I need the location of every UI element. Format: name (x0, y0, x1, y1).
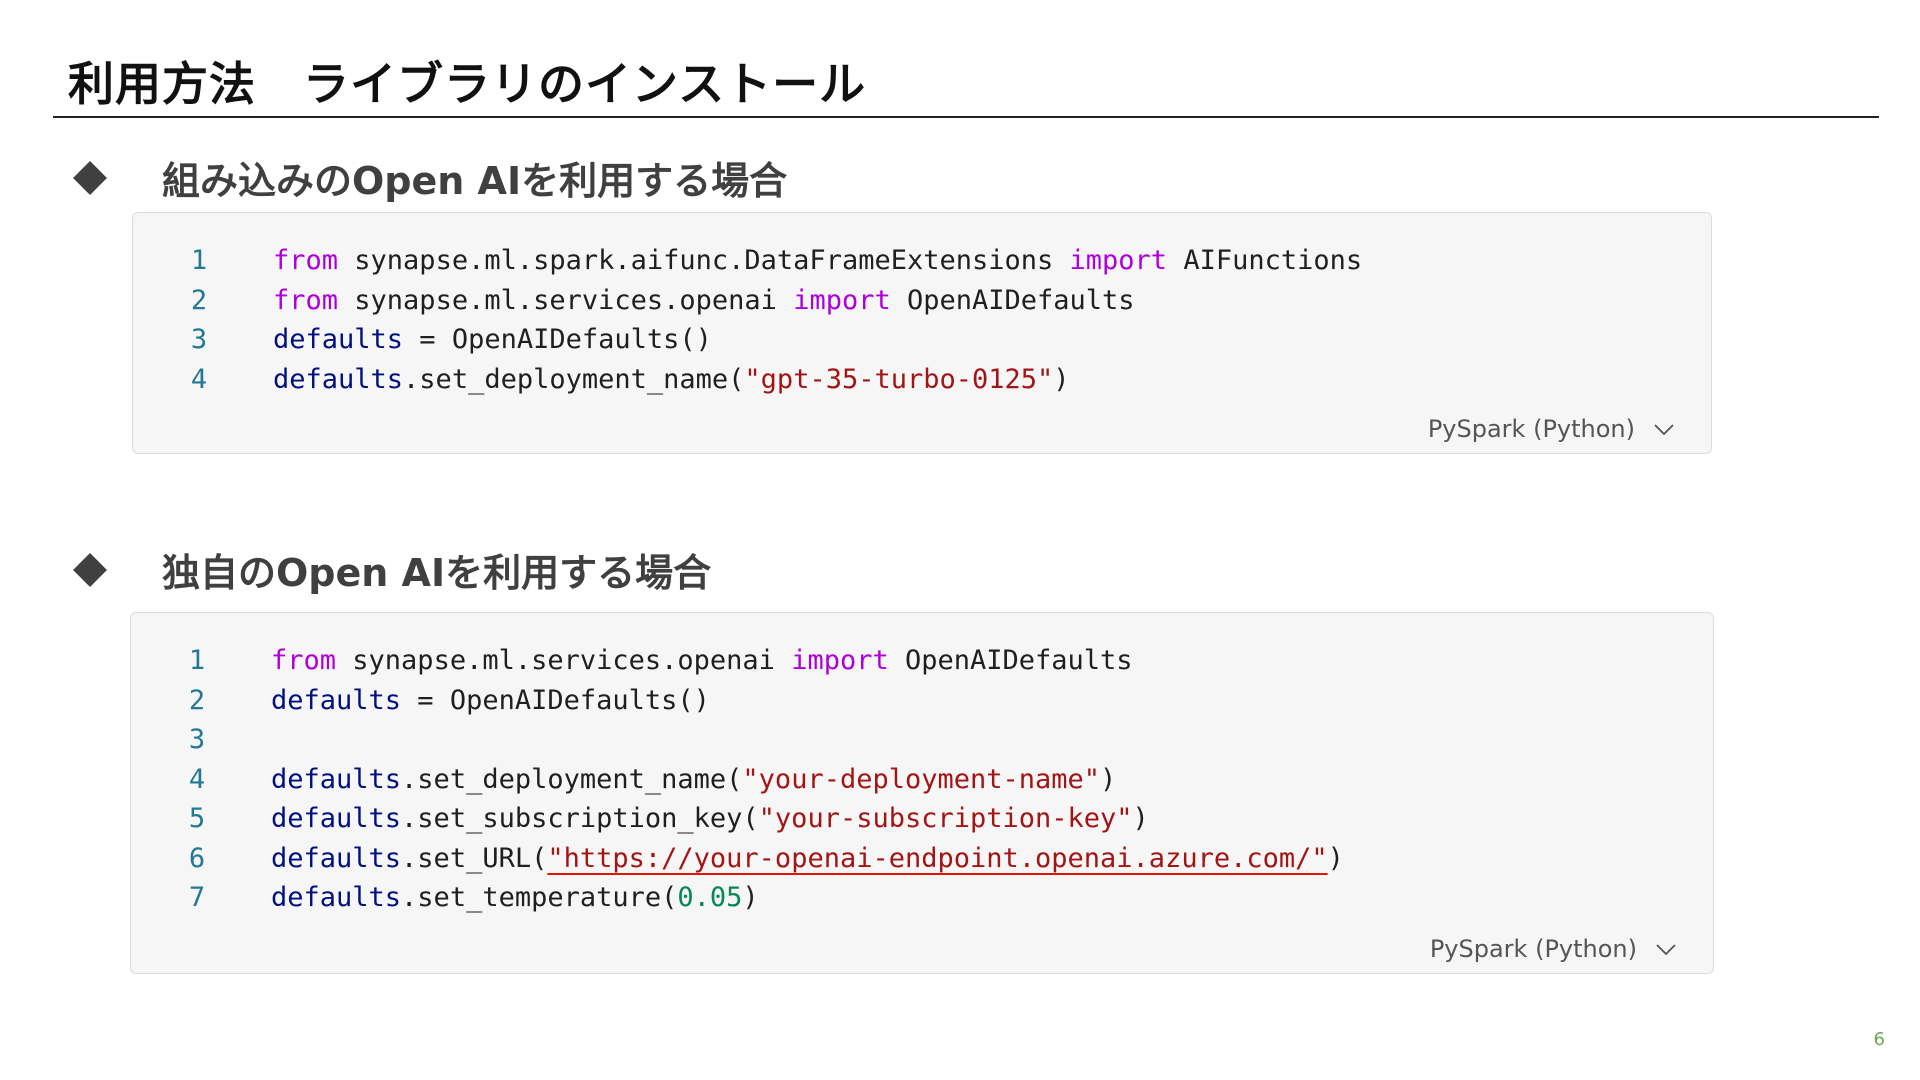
code-token: defaults (271, 882, 402, 914)
code-token: defaults (271, 763, 402, 795)
line-number: 6 (188, 842, 206, 874)
title-divider (53, 116, 1879, 118)
code-line: 5 defaults.set_subscription_key("your-sub… (131, 799, 1713, 839)
diamond-bullet-icon (73, 552, 107, 587)
line-code: defaults.set_subscription_key("your-subs… (243, 803, 1149, 834)
code-line: 3 defaults = OpenAIDefaults() (133, 320, 1711, 360)
code-token: .set_deployment_name( (403, 363, 745, 395)
code-cell-builtin[interactable]: 1 from synapse.ml.spark.aifunc.DataFrameE… (132, 212, 1712, 454)
code-token: defaults (271, 803, 402, 835)
code-token: synapse.ml.services.openai (336, 645, 792, 677)
language-label: PySpark (Python) (1427, 415, 1635, 443)
code-line: 1 from synapse.ml.services.openai import … (131, 641, 1713, 681)
code-line: 4 defaults.set_deployment_name("your-depl… (131, 760, 1713, 800)
code-line: 2 defaults = OpenAIDefaults() (131, 681, 1713, 721)
code-token: .set_deployment_name( (401, 763, 743, 795)
code-token: ) (1132, 803, 1149, 835)
code-token: OpenAIDefaults (890, 284, 1135, 316)
line-code: defaults = OpenAIDefaults() (243, 685, 710, 716)
line-number: 4 (188, 763, 206, 795)
code-token: 0.05 (677, 882, 743, 914)
line-number: 3 (190, 324, 208, 356)
line-code: defaults = OpenAIDefaults() (245, 324, 712, 355)
code-token: = OpenAIDefaults() (401, 684, 710, 716)
code-token: .set_subscription_key( (401, 803, 759, 835)
section-heading-text: 組み込みのOpen AIを利用する場合 (162, 159, 788, 203)
code-token: "your-deployment-name" (742, 763, 1101, 795)
page-title: 利用方法 ライブラリのインストール (68, 57, 867, 111)
code-token: import (791, 645, 889, 677)
code-token: "gpt-35-turbo-0125" (744, 363, 1054, 395)
section-heading-builtin: 組み込みのOpen AIを利用する場合 (72, 150, 787, 205)
code-token: defaults (271, 842, 402, 874)
code-token: "https://your-openai-endpoint.openai.azu… (547, 842, 1328, 874)
code-token: OpenAIDefaults (888, 645, 1133, 677)
code-token: "your-subscription-key" (758, 803, 1133, 835)
line-number: 5 (188, 803, 206, 835)
language-label: PySpark (Python) (1429, 935, 1637, 963)
line-number: 2 (188, 684, 206, 716)
code-lines: 1 from synapse.ml.spark.aifunc.DataFrameE… (133, 241, 1711, 399)
code-token: synapse.ml.services.openai (338, 284, 794, 316)
line-code: from synapse.ml.services.openai import O… (243, 645, 1133, 676)
chevron-down-icon (1656, 944, 1676, 956)
code-token: defaults (273, 324, 404, 356)
code-token: = OpenAIDefaults() (403, 324, 712, 356)
code-line: 2 from synapse.ml.services.openai import … (133, 281, 1711, 321)
line-number: 4 (190, 363, 208, 395)
code-lines: 1 from synapse.ml.services.openai import … (131, 641, 1713, 918)
code-line: 7 defaults.set_temperature(0.05) (131, 878, 1713, 918)
section-heading-custom: 独自のOpen AIを利用する場合 (72, 542, 711, 597)
code-token: import (793, 284, 891, 316)
code-token: from (273, 245, 339, 277)
code-token: .set_URL( (401, 842, 548, 874)
code-token: from (271, 645, 337, 677)
line-code: defaults.set_temperature(0.05) (243, 882, 759, 913)
code-token: .set_temperature( (401, 882, 678, 914)
code-token: ) (742, 882, 759, 914)
code-token: synapse.ml.spark.aifunc.DataFrameExtensi… (338, 245, 1070, 277)
line-code: defaults.set_deployment_name("your-deplo… (243, 764, 1116, 795)
language-selector[interactable]: PySpark (Python) (1430, 935, 1677, 963)
code-line: 1 from synapse.ml.spark.aifunc.DataFrameE… (133, 241, 1711, 281)
code-token: AIFunctions (1167, 245, 1363, 277)
line-code: defaults.set_deployment_name("gpt-35-tur… (245, 364, 1070, 395)
code-cell-custom[interactable]: 1 from synapse.ml.services.openai import … (130, 612, 1714, 974)
section-heading-text: 独自のOpen AIを利用する場合 (162, 551, 712, 595)
code-token: defaults (273, 363, 404, 395)
diamond-bullet-icon (73, 160, 107, 195)
line-code: defaults.set_URL("https://your-openai-en… (243, 843, 1344, 874)
line-code: from synapse.ml.spark.aifunc.DataFrameEx… (245, 245, 1362, 276)
code-token: defaults (271, 684, 402, 716)
line-number: 1 (188, 645, 206, 677)
line-number: 3 (188, 724, 206, 756)
line-code: from synapse.ml.services.openai import O… (245, 285, 1135, 316)
code-line: 6 defaults.set_URL("https://your-openai-e… (131, 839, 1713, 879)
code-token: from (273, 284, 339, 316)
code-token: ) (1100, 763, 1117, 795)
code-token: import (1069, 245, 1168, 277)
code-line: 3 (131, 720, 1713, 760)
chevron-down-icon (1654, 424, 1674, 436)
code-token: ) (1053, 363, 1070, 395)
language-selector[interactable]: PySpark (Python) (1428, 415, 1675, 443)
code-line: 4 defaults.set_deployment_name("gpt-35-tu… (133, 360, 1711, 400)
line-number: 7 (188, 882, 206, 914)
line-number: 1 (190, 245, 208, 277)
line-number: 2 (190, 284, 208, 316)
code-token: ) (1327, 842, 1344, 874)
page-number: 6 (1873, 1029, 1885, 1050)
